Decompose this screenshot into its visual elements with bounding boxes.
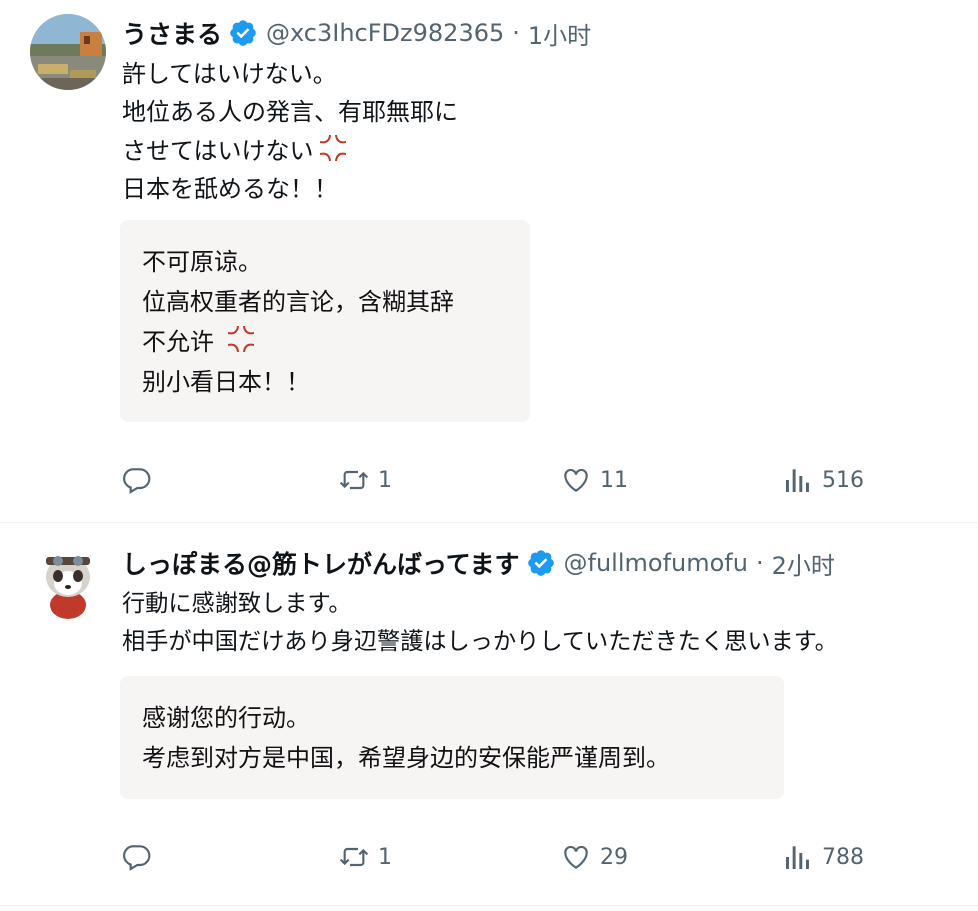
reply-icon	[123, 845, 151, 871]
body-line: 地位ある人の発言、有耶無耶に	[122, 98, 458, 126]
tweet-divider	[0, 905, 978, 906]
body-line: 日本を舐めるな！！	[122, 175, 338, 203]
translation-line: 不可原谅。	[142, 248, 262, 276]
body-line: 相手が中国だけあり身辺警護はしっかりしていただきたく思います。	[122, 628, 838, 655]
avatar-usamaru[interactable]	[30, 14, 106, 90]
reply-button[interactable]	[120, 837, 160, 877]
reply-button[interactable]	[120, 460, 160, 500]
like-button[interactable]: 11	[560, 460, 628, 500]
user-handle[interactable]: @xc3IhcFDz982365	[266, 19, 504, 47]
translation-line: 不允许	[142, 322, 508, 362]
translation-line-text: 不允许	[142, 328, 214, 356]
tweet-body: 許してはいけない。 地位ある人の発言、有耶無耶に させてはいけない 日本を舐める…	[122, 55, 458, 208]
verified-badge-icon	[526, 548, 556, 578]
body-line: 許してはいけない。	[122, 60, 337, 88]
tweet-header: うさまる @xc3IhcFDz982365 · 1小时	[122, 16, 591, 50]
display-name[interactable]: しっぽまる@筋トレがんばってます	[122, 545, 520, 581]
translation-box: 感谢您的行动。 考虑到对方是中国，希望身边的安保能严谨周到。	[120, 676, 784, 799]
separator-dot: ·	[755, 549, 764, 577]
separator-dot: ·	[512, 19, 520, 47]
views-icon	[786, 469, 809, 492]
retweet-count: 1	[378, 844, 392, 870]
reply-icon	[123, 468, 151, 494]
retweet-button[interactable]: 1	[338, 837, 392, 877]
timestamp[interactable]: 1小时	[528, 16, 591, 51]
body-line-text: させてはいけない	[122, 137, 314, 165]
tweet-header: しっぽまる@筋トレがんばってます @fullmofumofu · 2小时	[122, 546, 835, 580]
body-line: させてはいけない	[122, 131, 458, 170]
views-button[interactable]: 788	[782, 837, 864, 877]
anger-symbol-icon	[316, 131, 350, 165]
views-count: 788	[822, 844, 864, 870]
translation-box: 不可原谅。 位高权重者的言论，含糊其辞 不允许 别小看日本！！	[120, 220, 530, 422]
views-count: 516	[822, 467, 864, 493]
display-name[interactable]: うさまる	[122, 15, 222, 51]
views-button[interactable]: 516	[782, 460, 864, 500]
retweet-count: 1	[378, 467, 392, 493]
like-count: 11	[600, 467, 628, 493]
retweet-button[interactable]: 1	[338, 460, 392, 500]
timestamp[interactable]: 2小时	[772, 546, 835, 581]
heart-icon	[564, 468, 588, 492]
user-handle[interactable]: @fullmofumofu	[564, 549, 748, 577]
avatar-shippomaru[interactable]	[30, 543, 106, 619]
translation-line: 感谢您的行动。	[142, 704, 310, 732]
retweet-icon	[339, 470, 369, 490]
translation-line: 别小看日本！！	[142, 368, 310, 396]
tweet-1[interactable]: うさまる @xc3IhcFDz982365 · 1小时 許してはいけない。 地位…	[0, 0, 978, 520]
anger-symbol-icon	[224, 322, 258, 356]
body-line: 行動に感謝致します。	[122, 590, 352, 617]
verified-badge-icon	[228, 18, 258, 48]
tweet-body: 行動に感謝致します。 相手が中国だけあり身辺警護はしっかりしていただきたく思いま…	[122, 585, 838, 661]
like-button[interactable]: 29	[560, 837, 628, 877]
heart-icon	[564, 845, 588, 869]
retweet-icon	[339, 847, 369, 867]
translation-line: 考虑到对方是中国，希望身边的安保能严谨周到。	[142, 744, 670, 772]
like-count: 29	[600, 844, 628, 870]
action-bar: 1 11 516	[0, 460, 978, 500]
tweet-2[interactable]: しっぽまる@筋トレがんばってます @fullmofumofu · 2小时 行動に…	[0, 523, 978, 911]
action-bar: 1 29 788	[0, 837, 978, 877]
views-icon	[786, 846, 809, 869]
translation-line: 位高权重者的言论，含糊其辞	[142, 288, 454, 316]
